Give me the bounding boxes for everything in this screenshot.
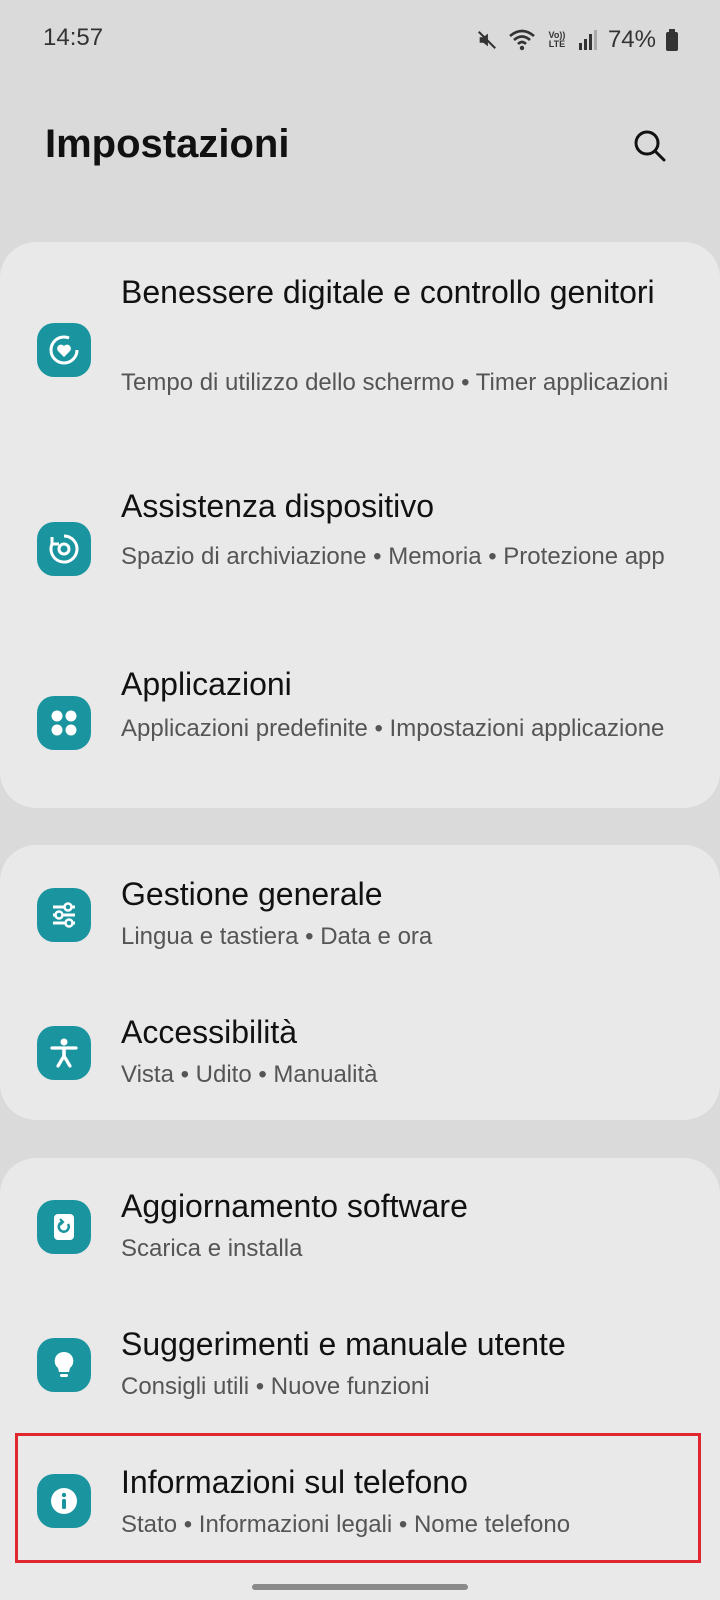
volte-icon: Vo)) LTE	[548, 30, 566, 49]
signal-icon	[578, 29, 598, 51]
settings-item-subtitle: Consigli utili • Nuove funzioni	[121, 1373, 430, 1400]
settings-item-subtitle: Lingua e tastiera • Data e ora	[121, 923, 433, 950]
accessibility-icon	[37, 1026, 91, 1080]
settings-item-title: Assistenza dispositivo	[121, 488, 435, 524]
status-bar: 14:57 Vo)) LTE 74%	[0, 0, 720, 80]
battery-icon	[666, 29, 678, 51]
wifi-icon	[508, 28, 536, 52]
settings-item-software-update[interactable]: Aggiornamento software Scarica e install…	[0, 1184, 720, 1284]
status-time: 14:57	[43, 24, 104, 51]
settings-item-title: Aggiornamento software	[121, 1188, 468, 1224]
settings-item-subtitle: Spazio di archiviazione • Memoria • Prot…	[121, 543, 665, 570]
apps-icon	[37, 696, 91, 750]
settings-item-subtitle: Applicazioni predefinite • Impostazioni …	[121, 715, 665, 742]
settings-item-subtitle: Vista • Udito • Manualità	[121, 1061, 378, 1088]
battery-percent: 74%	[607, 26, 656, 53]
settings-item-subtitle: Tempo di utilizzo dello schermo • Timer …	[121, 369, 669, 396]
settings-item-apps[interactable]: Applicazioni Applicazioni predefinite • …	[0, 660, 720, 796]
search-icon	[632, 128, 668, 169]
highlight-box	[15, 1433, 701, 1563]
settings-item-tips-manual[interactable]: Suggerimenti e manuale utente Consigli u…	[0, 1322, 720, 1422]
page-title: Impostazioni	[45, 122, 290, 166]
settings-item-title: Suggerimenti e manuale utente	[121, 1326, 566, 1362]
settings-item-general-management[interactable]: Gestione generale Lingua e tastiera • Da…	[0, 870, 720, 970]
digital-wellbeing-icon	[37, 323, 91, 377]
search-button[interactable]	[630, 128, 670, 168]
settings-item-title: Applicazioni	[121, 666, 292, 702]
settings-item-digital-wellbeing[interactable]: Benessere digitale e controllo genitori …	[0, 262, 720, 442]
settings-item-title: Benessere digitale e controllo genitori	[121, 274, 655, 310]
sliders-icon	[37, 888, 91, 942]
settings-item-device-care[interactable]: Assistenza dispositivo Spazio di archivi…	[0, 484, 720, 620]
status-icons: Vo)) LTE 74%	[476, 26, 678, 54]
software-update-icon	[37, 1200, 91, 1254]
lightbulb-icon	[37, 1338, 91, 1392]
device-care-icon	[37, 522, 91, 576]
settings-item-accessibility[interactable]: Accessibilità Vista • Udito • Manualità	[0, 1008, 720, 1108]
gesture-nav-handle[interactable]	[252, 1584, 468, 1590]
settings-item-subtitle: Scarica e installa	[121, 1235, 303, 1262]
settings-item-title: Accessibilità	[121, 1014, 298, 1050]
mute-icon	[476, 29, 498, 51]
settings-item-title: Gestione generale	[121, 876, 383, 912]
